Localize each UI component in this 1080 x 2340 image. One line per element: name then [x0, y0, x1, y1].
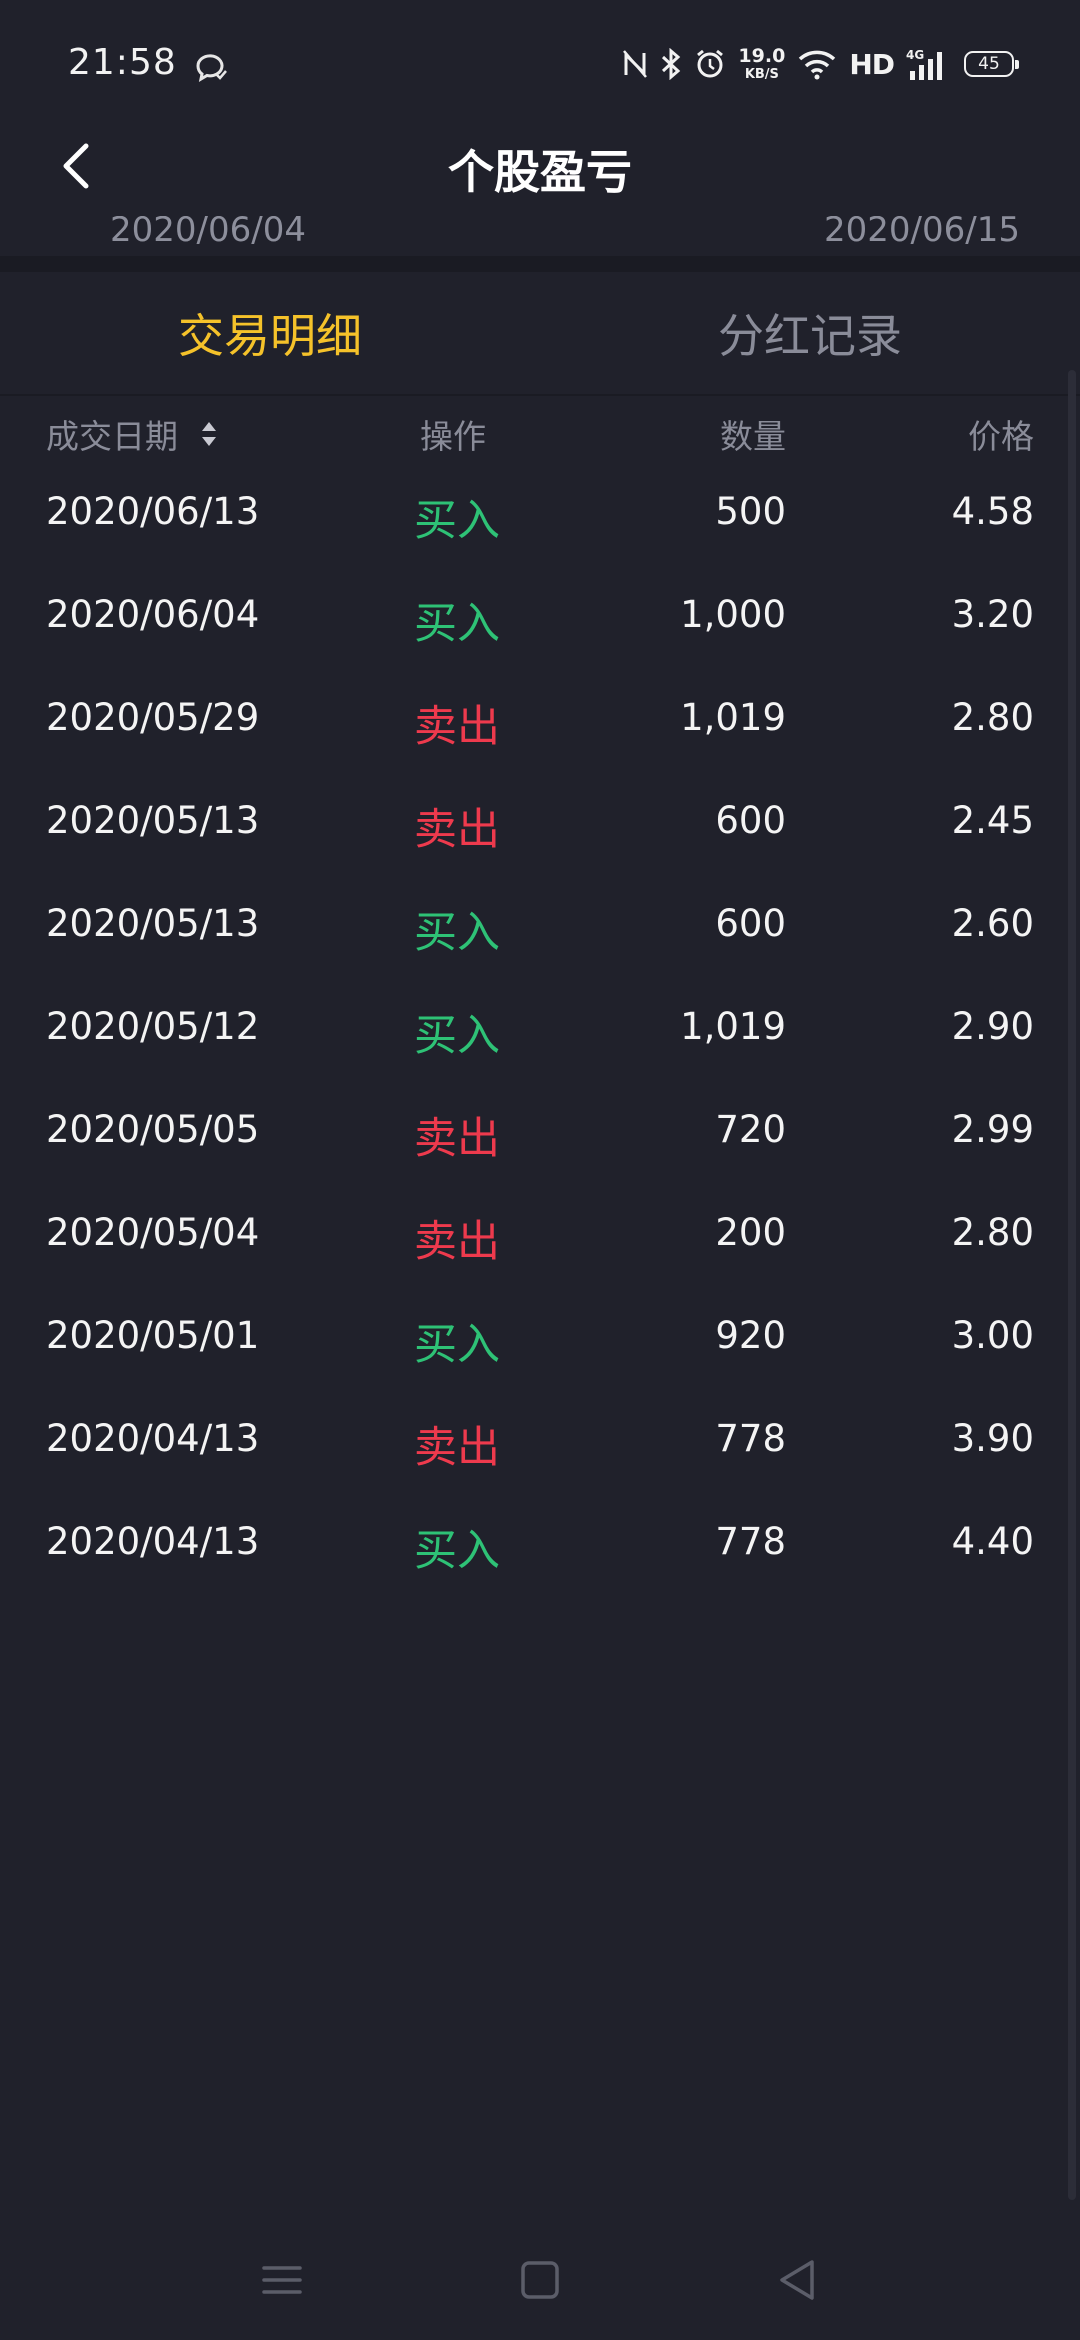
- status-icons: 19.0 KB/S HD 4G 45: [622, 44, 1019, 84]
- column-header-quantity: 数量: [720, 417, 786, 456]
- trade-quantity: 920: [715, 1314, 786, 1357]
- tab-trade-details[interactable]: 交易明细: [0, 272, 540, 394]
- sort-icon[interactable]: [198, 416, 220, 452]
- table-row[interactable]: 2020/05/05 卖出 720 2.99: [0, 1098, 1080, 1201]
- date-range: 2020/06/04 2020/06/15: [0, 216, 1080, 256]
- trade-quantity: 1,019: [680, 1005, 786, 1048]
- trade-date: 2020/05/12: [46, 1005, 260, 1048]
- trade-date: 2020/04/13: [46, 1417, 260, 1460]
- app-header: 个股盈亏: [0, 120, 1080, 220]
- alarm-icon: [697, 49, 724, 78]
- trade-operation: 买入: [414, 1320, 500, 1370]
- section-divider: [0, 256, 1080, 272]
- home-square-icon[interactable]: [510, 2250, 570, 2310]
- trade-quantity: 600: [715, 799, 786, 842]
- trade-quantity: 600: [715, 902, 786, 945]
- trade-operation: 卖出: [414, 1114, 500, 1164]
- trade-price: 2.45: [951, 799, 1034, 842]
- trade-price: 3.20: [951, 593, 1034, 636]
- table-row[interactable]: 2020/05/13 卖出 600 2.45: [0, 789, 1080, 892]
- date-range-end: 2020/06/15: [824, 216, 1020, 250]
- trade-date: 2020/05/05: [46, 1108, 260, 1151]
- trade-operation: 买入: [414, 1011, 500, 1061]
- trade-date: 2020/05/01: [46, 1314, 260, 1357]
- bluetooth-icon: [662, 48, 681, 80]
- column-header-date[interactable]: 成交日期: [46, 410, 220, 458]
- notification-icon: [196, 54, 227, 82]
- tab-dividend-records[interactable]: 分红记录: [540, 272, 1080, 394]
- trade-operation: 卖出: [414, 702, 500, 752]
- table-row[interactable]: 2020/06/13 买入 500 4.58: [0, 480, 1080, 583]
- svg-text:4G: 4G: [906, 48, 924, 62]
- column-header-operation: 操作: [420, 417, 486, 456]
- trade-operation: 卖出: [414, 1423, 500, 1473]
- trade-price: 4.58: [951, 490, 1034, 533]
- trade-date: 2020/04/13: [46, 1520, 260, 1563]
- hd-label: HD: [849, 47, 895, 81]
- system-nav-bar: [0, 2220, 1080, 2340]
- trade-quantity: 200: [715, 1211, 786, 1254]
- trade-quantity: 500: [715, 490, 786, 533]
- page-title: 个股盈亏: [448, 145, 632, 199]
- trade-operation: 买入: [414, 496, 500, 546]
- trade-price: 2.99: [951, 1108, 1034, 1151]
- net-speed-unit: KB/S: [744, 67, 779, 82]
- net-speed-value: 19.0: [738, 45, 786, 67]
- table-header: 成交日期 操作 数量 价格: [0, 396, 1080, 468]
- table-row[interactable]: 2020/05/29 卖出 1,019 2.80: [0, 686, 1080, 789]
- table-row[interactable]: 2020/04/13 买入 778 4.40: [0, 1510, 1080, 1613]
- trade-date: 2020/05/04: [46, 1211, 260, 1254]
- trade-quantity: 1,000: [680, 593, 786, 636]
- trade-quantity: 778: [715, 1417, 786, 1460]
- trade-list: 2020/06/13 买入 500 4.58 2020/06/04 买入 1,0…: [0, 480, 1080, 1613]
- back-triangle-icon[interactable]: [768, 2250, 828, 2310]
- trade-quantity: 778: [715, 1520, 786, 1563]
- trade-price: 2.80: [951, 1211, 1034, 1254]
- table-row[interactable]: 2020/05/01 买入 920 3.00: [0, 1304, 1080, 1407]
- column-header-price: 价格: [968, 417, 1034, 456]
- battery-indicator: 45: [964, 51, 1019, 77]
- trade-operation: 卖出: [414, 1217, 500, 1267]
- trade-date: 2020/05/29: [46, 696, 260, 739]
- menu-icon[interactable]: [252, 2250, 312, 2310]
- table-row[interactable]: 2020/06/04 买入 1,000 3.20: [0, 583, 1080, 686]
- trade-price: 2.80: [951, 696, 1034, 739]
- table-row[interactable]: 2020/05/13 买入 600 2.60: [0, 892, 1080, 995]
- trade-date: 2020/06/04: [46, 593, 260, 636]
- table-row[interactable]: 2020/05/04 卖出 200 2.80: [0, 1201, 1080, 1304]
- trade-quantity: 720: [715, 1108, 786, 1151]
- trade-quantity: 1,019: [680, 696, 786, 739]
- trade-date: 2020/06/13: [46, 490, 260, 533]
- wifi-icon: [799, 50, 836, 80]
- trade-operation: 买入: [414, 599, 500, 649]
- trade-price: 2.90: [951, 1005, 1034, 1048]
- date-range-start: 2020/06/04: [110, 216, 306, 250]
- net-speed: 19.0 KB/S: [738, 45, 786, 82]
- table-row[interactable]: 2020/05/12 买入 1,019 2.90: [0, 995, 1080, 1098]
- status-time: 21:58: [68, 42, 177, 83]
- nfc-icon: [623, 50, 648, 78]
- trade-price: 3.90: [951, 1417, 1034, 1460]
- battery-level: 45: [978, 54, 1000, 74]
- trade-price: 2.60: [951, 902, 1034, 945]
- column-header-date-label: 成交日期: [46, 417, 178, 456]
- status-bar: 21:58 19.0 KB/S HD 4G 45: [0, 0, 1080, 130]
- trade-date: 2020/05/13: [46, 902, 260, 945]
- trade-operation: 买入: [414, 1526, 500, 1576]
- trade-operation: 买入: [414, 908, 500, 958]
- trade-operation: 卖出: [414, 805, 500, 855]
- cellular-signal-icon: 4G: [906, 48, 942, 80]
- tab-bar: 交易明细 分红记录: [0, 272, 1080, 396]
- trade-price: 4.40: [951, 1520, 1034, 1563]
- trade-date: 2020/05/13: [46, 799, 260, 842]
- trade-price: 3.00: [951, 1314, 1034, 1357]
- table-row[interactable]: 2020/04/13 卖出 778 3.90: [0, 1407, 1080, 1510]
